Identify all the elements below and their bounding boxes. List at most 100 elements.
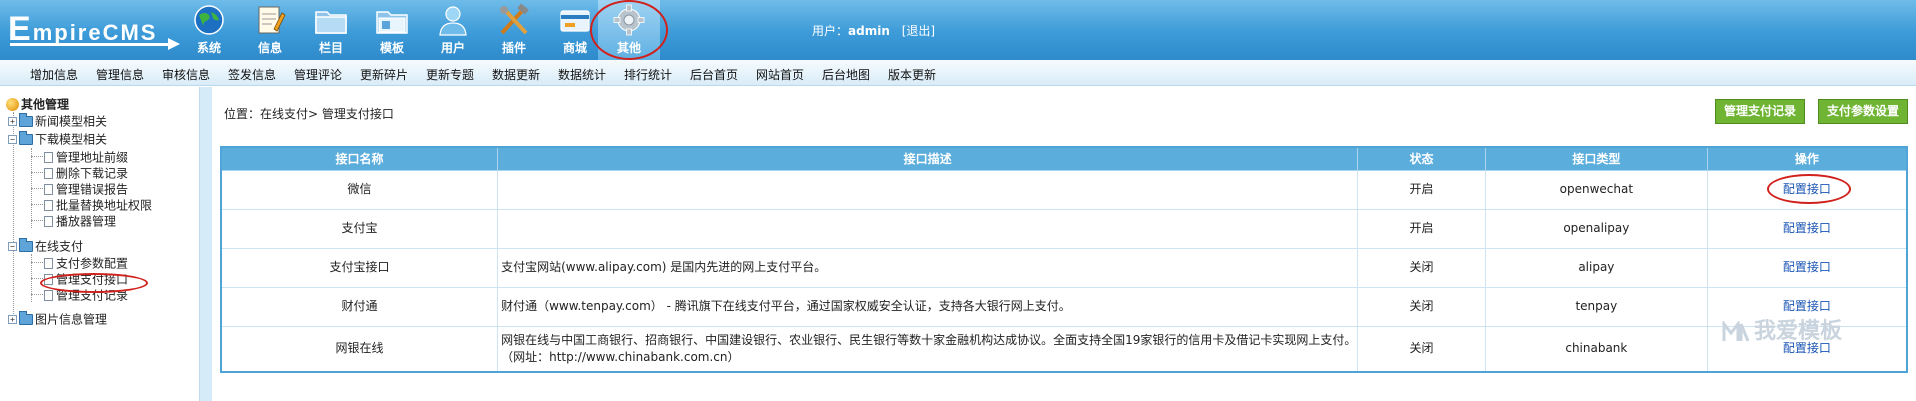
- notepad-icon: [258, 6, 286, 34]
- cell-desc: 支付宝网站(www.alipay.com) 是国内先进的网上支付平台。: [497, 247, 1359, 288]
- payment-settings-button[interactable]: 支付参数设置: [1818, 99, 1909, 124]
- tree-item-url-prefix[interactable]: 管理地址前缀: [44, 149, 128, 165]
- user-info: 用户：admin [退出]: [812, 24, 936, 38]
- table-row: 网银在线 网银在线与中国工商银行、招商银行、中国建设银行、农业银行、民生银行等数…: [220, 325, 1908, 373]
- nav-template[interactable]: 模板: [361, 0, 423, 60]
- tree-item-payment-params[interactable]: 支付参数配置: [44, 255, 128, 271]
- settings-root-icon: [6, 98, 19, 111]
- submenu-admin-map[interactable]: 后台地图: [822, 66, 870, 83]
- document-icon: [44, 274, 53, 285]
- document-icon: [44, 200, 53, 211]
- folder-open-icon: [19, 131, 33, 145]
- folder-icon: [19, 113, 33, 127]
- cell-desc: [497, 208, 1359, 249]
- col-header-status: 状态: [1357, 146, 1486, 171]
- template-folder-icon: [376, 11, 408, 34]
- tree-item-error-reports[interactable]: 管理错误报告: [44, 181, 128, 197]
- folder-icon: [315, 11, 347, 34]
- document-icon: [44, 168, 53, 179]
- cell-desc: 网银在线与中国工商银行、招商银行、中国建设银行、农业银行、民生银行等数十家金融机…: [497, 325, 1359, 373]
- tree-group-download-model[interactable]: − 下载模型相关: [8, 131, 107, 147]
- expand-plus-icon[interactable]: +: [8, 117, 17, 126]
- user-icon: [439, 6, 467, 36]
- col-header-name: 接口名称: [220, 146, 499, 171]
- cell-name: 支付宝接口: [220, 247, 499, 288]
- tree-group-news-model[interactable]: + 新闻模型相关: [8, 113, 107, 129]
- cell-type: openalipay: [1484, 208, 1708, 249]
- document-icon: [44, 184, 53, 195]
- submenu-manage-info[interactable]: 管理信息: [96, 66, 144, 83]
- nav-column[interactable]: 栏目: [300, 0, 362, 60]
- logout-link[interactable]: [退出]: [902, 24, 935, 38]
- globe-icon: [194, 5, 224, 35]
- configure-api-link[interactable]: 配置接口: [1783, 221, 1831, 235]
- document-icon: [44, 152, 53, 163]
- nav-shop[interactable]: 商城: [544, 0, 606, 60]
- tree-group-image-info[interactable]: + 图片信息管理: [8, 311, 107, 327]
- shop-card-icon: [560, 10, 590, 32]
- folder-open-icon: [19, 238, 33, 252]
- submenu-data-stats[interactable]: 数据统计: [558, 66, 606, 83]
- nav-other[interactable]: 其他: [598, 0, 660, 60]
- tree-root[interactable]: 其他管理: [6, 96, 69, 112]
- submenu-sign-info[interactable]: 签发信息: [228, 66, 276, 83]
- table-row: 支付宝 开启 openalipay 配置接口: [220, 208, 1908, 249]
- tree-item-payment-records[interactable]: 管理支付记录: [44, 287, 128, 303]
- collapse-minus-icon[interactable]: −: [8, 135, 17, 144]
- submenu-manage-comments[interactable]: 管理评论: [294, 66, 342, 83]
- document-icon: [44, 216, 53, 227]
- submenu-rank-stats[interactable]: 排行统计: [624, 66, 672, 83]
- folder-icon: [19, 311, 33, 325]
- table-row: 微信 开启 openwechat 配置接口: [220, 169, 1908, 210]
- col-header-type: 接口类型: [1484, 146, 1708, 171]
- table-header-row: 接口名称 接口描述 状态 接口类型 操作: [220, 146, 1908, 171]
- nav-plugin[interactable]: 插件: [483, 0, 545, 60]
- document-icon: [44, 258, 53, 269]
- manage-payment-records-button[interactable]: 管理支付记录: [1715, 99, 1806, 124]
- cell-name: 网银在线: [220, 325, 499, 373]
- configure-api-link[interactable]: 配置接口: [1783, 299, 1831, 313]
- nav-system[interactable]: 系统: [178, 0, 240, 60]
- submenu-add-info[interactable]: 增加信息: [30, 66, 78, 83]
- submenu-version-update[interactable]: 版本更新: [888, 66, 936, 83]
- expand-plus-icon[interactable]: +: [8, 315, 17, 324]
- sidebar-splitter[interactable]: [200, 87, 212, 401]
- submenu-admin-home[interactable]: 后台首页: [690, 66, 738, 83]
- submenu-data-update[interactable]: 数据更新: [492, 66, 540, 83]
- nav-user[interactable]: 用户: [422, 0, 484, 60]
- nav-info[interactable]: 信息: [239, 0, 301, 60]
- submenu-site-home[interactable]: 网站首页: [756, 66, 804, 83]
- watermark: 我爱模板: [1722, 313, 1842, 345]
- cell-status: 关闭: [1357, 247, 1486, 288]
- cell-status: 关闭: [1357, 286, 1486, 327]
- top-header: EmpireCMS 系统 信息 栏目 模板 用户 插件 商城 其他 用户：adm…: [0, 0, 1916, 60]
- submenu-update-topics[interactable]: 更新专题: [426, 66, 474, 83]
- cell-status: 开启: [1357, 208, 1486, 249]
- tree-item-delete-downloads[interactable]: 删除下载记录: [44, 165, 128, 181]
- cell-name: 财付通: [220, 286, 499, 327]
- document-icon: [44, 290, 53, 301]
- cell-type: openwechat: [1484, 169, 1708, 210]
- collapse-minus-icon[interactable]: −: [8, 242, 17, 251]
- tree-item-batch-replace[interactable]: 批量替换地址权限: [44, 197, 152, 213]
- table-row: 财付通 财付通（www.tenpay.com） - 腾讯旗下在线支付平台，通过国…: [220, 286, 1908, 327]
- cell-action: 配置接口: [1706, 208, 1908, 249]
- cell-action: 配置接口: [1706, 247, 1908, 288]
- tree-item-player-manage[interactable]: 播放器管理: [44, 213, 116, 229]
- sub-menu-bar: 增加信息 管理信息 审核信息 签发信息 管理评论 更新碎片 更新专题 数据更新 …: [0, 60, 1916, 86]
- cell-type: alipay: [1484, 247, 1708, 288]
- configure-api-link[interactable]: 配置接口: [1783, 260, 1831, 274]
- cell-status: 开启: [1357, 169, 1486, 210]
- payment-api-table: 接口名称 接口描述 状态 接口类型 操作 微信 开启 openwechat 配置…: [220, 146, 1908, 373]
- submenu-review-info[interactable]: 审核信息: [162, 66, 210, 83]
- tree-group-online-payment[interactable]: − 在线支付: [8, 238, 83, 254]
- configure-api-link[interactable]: 配置接口: [1783, 182, 1831, 196]
- watermark-logo-icon: [1722, 321, 1750, 342]
- submenu-update-fragments[interactable]: 更新碎片: [360, 66, 408, 83]
- gear-icon: [613, 4, 645, 36]
- tree-item-manage-payment-api[interactable]: 管理支付接口: [44, 271, 128, 287]
- cell-name: 支付宝: [220, 208, 499, 249]
- cell-name: 微信: [220, 169, 499, 210]
- cell-action: 配置接口: [1706, 169, 1908, 210]
- cell-desc-line1: 网银在线与中国工商银行、招商银行、中国建设银行、农业银行、民生银行等数十家金融机…: [501, 332, 1357, 347]
